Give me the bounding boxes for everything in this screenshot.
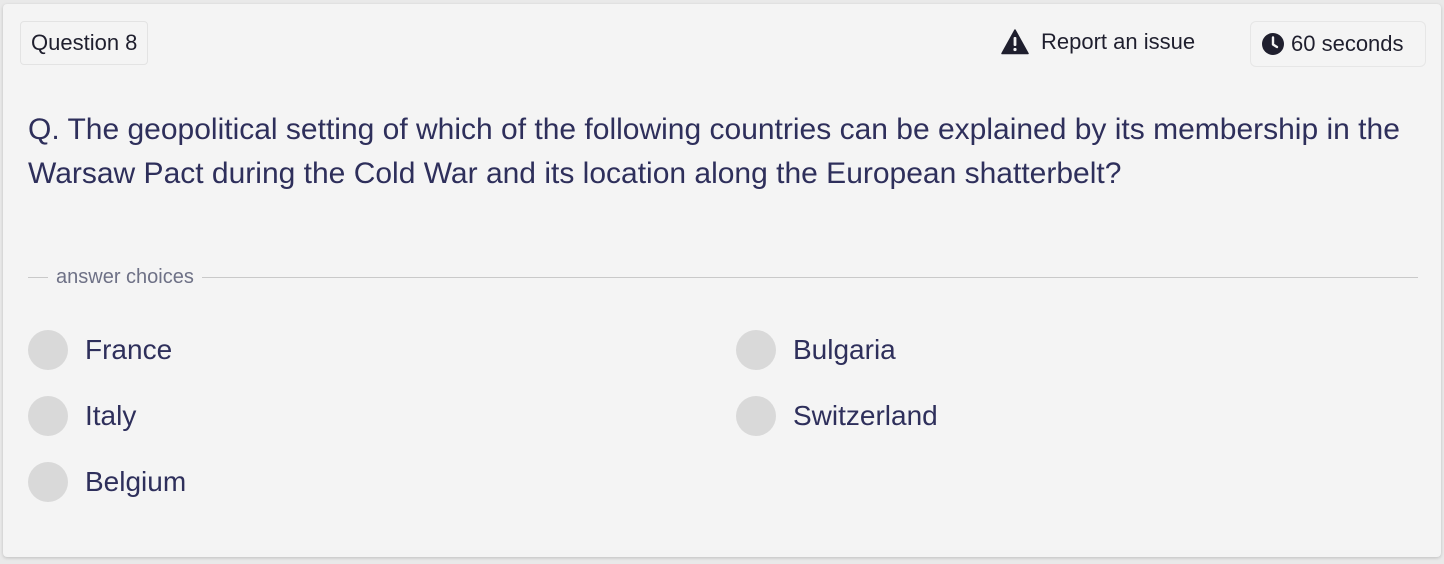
clock-icon (1261, 32, 1285, 56)
choice-label: France (85, 334, 173, 365)
question-card: Question 8 Report an issue 60 seconds Q.… (3, 4, 1441, 557)
timer-badge: 60 seconds (1250, 21, 1426, 67)
choice-label: Switzerland (793, 400, 938, 431)
choice-label: Bulgaria (793, 334, 896, 365)
answer-choices-divider: answer choices (28, 264, 1418, 290)
choice-italy[interactable]: Italy (28, 396, 136, 436)
question-text: Q. The geopolitical setting of which of … (28, 113, 1400, 190)
report-issue-label: Report an issue (1041, 29, 1196, 54)
choice-bulgaria[interactable]: Bulgaria (736, 330, 896, 370)
question-number-badge: Question 8 (20, 21, 149, 65)
report-issue-button[interactable]: Report an issue (1001, 24, 1195, 60)
divider-line-left (28, 276, 48, 278)
radio-button[interactable] (736, 330, 776, 370)
timer-label: 60 seconds (1291, 31, 1404, 56)
choice-label: Italy (85, 400, 137, 431)
radio-button[interactable] (28, 462, 68, 502)
choice-belgium[interactable]: Belgium (28, 462, 186, 502)
choice-label: Belgium (85, 466, 187, 497)
choice-switzerland[interactable]: Switzerland (736, 396, 938, 436)
question-number-label: Question 8 (31, 30, 138, 55)
radio-button[interactable] (28, 396, 68, 436)
radio-button[interactable] (28, 330, 68, 370)
divider-line-right (201, 276, 1418, 278)
warning-triangle-icon (1001, 29, 1029, 55)
choice-france[interactable]: France (28, 330, 172, 370)
radio-button[interactable] (736, 396, 776, 436)
answer-choices-label: answer choices (56, 265, 194, 288)
